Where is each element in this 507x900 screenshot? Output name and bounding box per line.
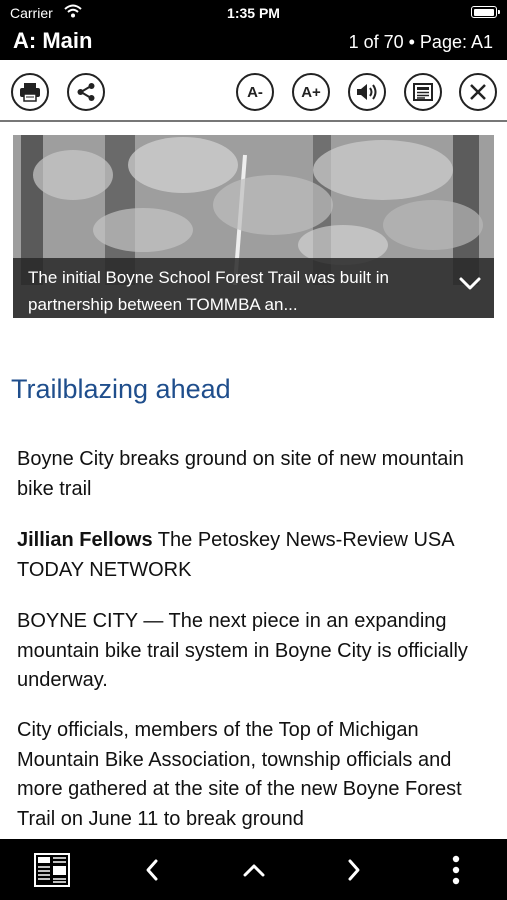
article-paragraph: BOYNE CITY — The next piece in an expand…	[17, 610, 468, 691]
page-view-button[interactable]	[404, 73, 442, 111]
more-options-button[interactable]	[436, 851, 476, 889]
page-up-button[interactable]	[234, 851, 274, 889]
print-button[interactable]	[11, 73, 49, 111]
article-photo[interactable]: The initial Boyne School Forest Trail wa…	[13, 135, 494, 318]
close-button[interactable]	[459, 73, 497, 111]
photo-caption[interactable]: The initial Boyne School Forest Trail wa…	[13, 258, 494, 318]
article-byline: Jillian Fellows The Petoskey News-Review…	[17, 526, 497, 585]
close-icon	[470, 84, 486, 100]
status-time: 1:35 PM	[227, 5, 280, 21]
battery-icon	[471, 6, 500, 18]
font-decrease-button[interactable]: A-	[236, 73, 274, 111]
article-toolbar: A- A+	[0, 60, 507, 122]
chevron-down-icon[interactable]	[458, 276, 482, 292]
printer-icon	[20, 83, 40, 102]
article-paragraph: City officials, members of the Top of Mi…	[17, 719, 462, 830]
newspaper-pages-icon	[34, 853, 70, 887]
header: A: Main 1 of 70 • Page: A1	[0, 26, 507, 60]
status-bar: Carrier 1:35 PM	[0, 0, 507, 26]
section-title[interactable]: A: Main	[13, 28, 92, 54]
pages-button[interactable]	[32, 851, 72, 889]
font-increase-button[interactable]: A+	[292, 73, 330, 111]
article-headline: Trailblazing ahead	[11, 374, 231, 404]
page-view-icon	[413, 83, 433, 101]
speaker-icon	[357, 84, 377, 100]
audio-button[interactable]	[348, 73, 386, 111]
bottom-nav	[0, 839, 507, 900]
more-vertical-icon	[452, 855, 460, 885]
share-button[interactable]	[67, 73, 105, 111]
chevron-left-icon	[146, 859, 158, 881]
chevron-up-icon	[243, 864, 265, 877]
chevron-right-icon	[348, 859, 360, 881]
byline-author: Jillian Fellows	[17, 529, 153, 551]
top-bar: Carrier 1:35 PM A: Main 1 of 70 • Page: …	[0, 0, 507, 60]
next-page-button[interactable]	[334, 851, 374, 889]
previous-page-button[interactable]	[132, 851, 172, 889]
share-icon	[77, 83, 95, 101]
article-subhead: Boyne City breaks ground on site of new …	[17, 448, 464, 500]
caption-text: The initial Boyne School Forest Trail wa…	[28, 268, 389, 314]
page-indicator: 1 of 70 • Page: A1	[348, 32, 493, 52]
